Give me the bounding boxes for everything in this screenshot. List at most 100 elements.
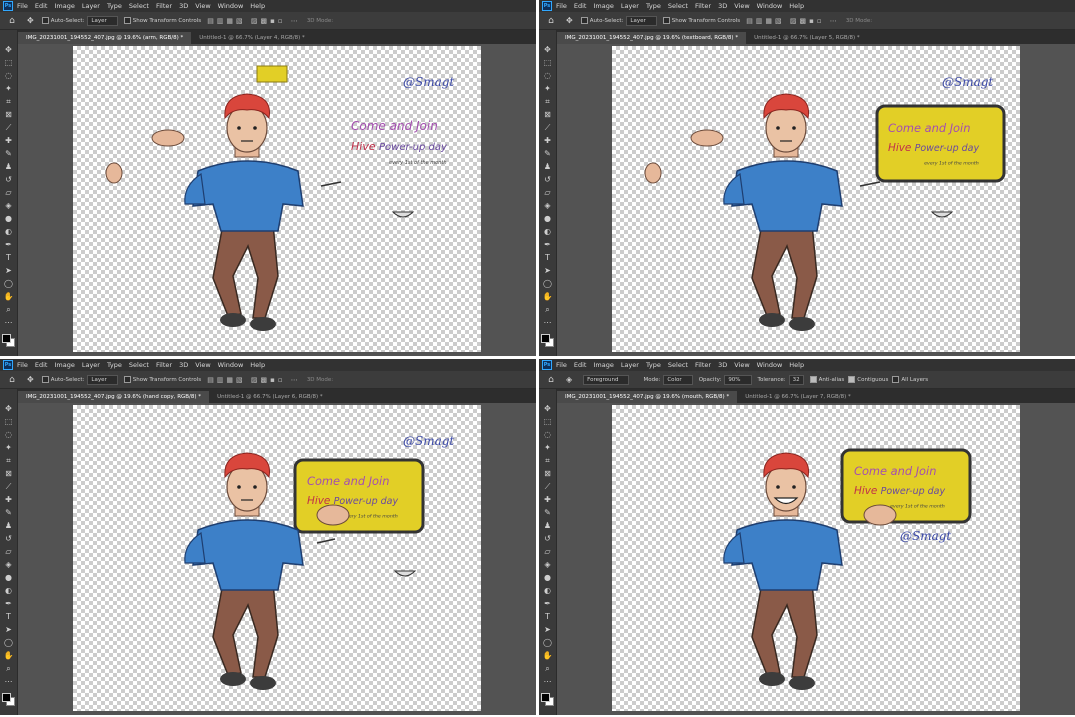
stamp-tool-icon[interactable]: ♟	[3, 520, 14, 531]
tab-untitled-document[interactable]: Untitled-1 @ 66.7% (Layer 7, RGB/8) *	[737, 391, 859, 403]
healing-brush-icon[interactable]: ✚	[542, 135, 553, 146]
frame-tool-icon[interactable]: ⊠	[3, 109, 14, 120]
home-icon[interactable]: ⌂	[7, 375, 17, 385]
tab-untitled-document[interactable]: Untitled-1 @ 66.7% (Layer 6, RGB/8) *	[209, 391, 331, 403]
foreground-color-swatch[interactable]	[541, 693, 550, 702]
menu-view[interactable]: View	[734, 361, 749, 369]
shape-tool-icon[interactable]: ◯	[3, 637, 14, 648]
hand-tool-icon[interactable]: ✋	[3, 291, 14, 302]
menu-image[interactable]: Image	[54, 361, 74, 369]
menu-edit[interactable]: Edit	[574, 2, 587, 10]
menu-window[interactable]: Window	[757, 361, 783, 369]
more-tools-icon[interactable]: ⋯	[3, 676, 14, 687]
marquee-tool-icon[interactable]: ⬚	[3, 57, 14, 68]
frame-tool-icon[interactable]: ⊠	[542, 468, 553, 479]
home-icon[interactable]: ⌂	[546, 16, 556, 26]
zoom-tool-icon[interactable]: ⌕	[542, 304, 553, 315]
lasso-tool-icon[interactable]: ◌	[542, 429, 553, 440]
menu-filter[interactable]: Filter	[156, 2, 172, 10]
more-tools-icon[interactable]: ⋯	[542, 317, 553, 328]
transform-controls-checkbox[interactable]	[123, 376, 131, 383]
move-tool-icon[interactable]: ✥	[566, 16, 573, 25]
lasso-tool-icon[interactable]: ◌	[542, 70, 553, 81]
path-select-icon[interactable]: ➤	[3, 624, 14, 635]
dodge-tool-icon[interactable]: ◐	[3, 585, 14, 596]
marquee-tool-icon[interactable]: ⬚	[3, 416, 14, 427]
type-tool-icon[interactable]: T	[3, 252, 14, 263]
menu-select[interactable]: Select	[129, 361, 149, 369]
brush-tool-icon[interactable]: ✎	[3, 507, 14, 518]
dodge-tool-icon[interactable]: ◐	[542, 226, 553, 237]
type-tool-icon[interactable]: T	[3, 611, 14, 622]
more-tools-icon[interactable]: ⋯	[542, 676, 553, 687]
paint-bucket-icon[interactable]: ◈	[3, 559, 14, 570]
menu-window[interactable]: Window	[218, 2, 244, 10]
move-tool-icon[interactable]: ✥	[27, 375, 34, 384]
lasso-tool-icon[interactable]: ◌	[3, 70, 14, 81]
auto-select-checkbox[interactable]	[41, 17, 49, 24]
opacity-field[interactable]: 90%	[724, 374, 752, 385]
menu-help[interactable]: Help	[789, 361, 804, 369]
tab-active-document[interactable]: IMG_20231001_194552_407.jpg @ 19.6% (arm…	[18, 32, 192, 44]
menu-edit[interactable]: Edit	[35, 2, 48, 10]
magic-wand-icon[interactable]: ✦	[542, 442, 553, 453]
document-canvas[interactable]: @Smagt Come and Join Hive Power-up day every…	[73, 46, 481, 352]
shape-tool-icon[interactable]: ◯	[542, 278, 553, 289]
transform-controls-checkbox[interactable]	[123, 17, 131, 24]
crop-tool-icon[interactable]: ⌗	[3, 455, 14, 466]
magic-wand-icon[interactable]: ✦	[3, 442, 14, 453]
crop-tool-icon[interactable]: ⌗	[3, 96, 14, 107]
type-tool-icon[interactable]: T	[542, 252, 553, 263]
menu-edit[interactable]: Edit	[35, 361, 48, 369]
move-tool-icon[interactable]: ✥	[542, 403, 553, 414]
menu-image[interactable]: Image	[54, 2, 74, 10]
crop-tool-icon[interactable]: ⌗	[542, 96, 553, 107]
crop-tool-icon[interactable]: ⌗	[542, 455, 553, 466]
dodge-tool-icon[interactable]: ◐	[542, 585, 553, 596]
contiguous-checkbox[interactable]	[848, 376, 856, 383]
auto-select-checkbox[interactable]	[41, 376, 49, 383]
paint-bucket-icon[interactable]: ◈	[542, 559, 553, 570]
paint-bucket-icon[interactable]: ◈	[3, 200, 14, 211]
align-icons[interactable]: ▤▥▦▧ ▨▩▪▫ ⋯	[746, 17, 840, 25]
foreground-color-swatch[interactable]	[2, 693, 11, 702]
zoom-tool-icon[interactable]: ⌕	[3, 663, 14, 674]
document-canvas[interactable]: @Smagt Come and Join Hive Power-up day every…	[612, 46, 1020, 352]
paint-bucket-icon[interactable]: ◈	[542, 200, 553, 211]
menu-layer[interactable]: Layer	[621, 2, 639, 10]
menu-filter[interactable]: Filter	[695, 2, 711, 10]
move-tool-icon[interactable]: ✥	[3, 44, 14, 55]
menu-3d[interactable]: 3D	[179, 2, 188, 10]
menu-help[interactable]: Help	[250, 361, 265, 369]
menu-help[interactable]: Help	[250, 2, 265, 10]
blur-tool-icon[interactable]: ●	[3, 572, 14, 583]
paint-bucket-icon[interactable]: ◈	[566, 375, 572, 384]
menu-3d[interactable]: 3D	[718, 2, 727, 10]
eraser-tool-icon[interactable]: ▱	[3, 546, 14, 557]
menu-filter[interactable]: Filter	[156, 361, 172, 369]
foreground-color-swatch[interactable]	[2, 334, 11, 343]
eraser-tool-icon[interactable]: ▱	[542, 187, 553, 198]
menu-layer[interactable]: Layer	[82, 361, 100, 369]
magic-wand-icon[interactable]: ✦	[542, 83, 553, 94]
eyedropper-icon[interactable]: ⟋	[3, 481, 14, 492]
eyedropper-icon[interactable]: ⟋	[3, 122, 14, 133]
shape-tool-icon[interactable]: ◯	[542, 637, 553, 648]
stamp-tool-icon[interactable]: ♟	[542, 520, 553, 531]
menu-window[interactable]: Window	[218, 361, 244, 369]
pen-tool-icon[interactable]: ✒	[3, 598, 14, 609]
menu-window[interactable]: Window	[757, 2, 783, 10]
tab-untitled-document[interactable]: Untitled-1 @ 66.7% (Layer 4, RGB/8) *	[191, 32, 313, 44]
menu-view[interactable]: View	[734, 2, 749, 10]
magic-wand-icon[interactable]: ✦	[3, 83, 14, 94]
move-tool-icon[interactable]: ✥	[3, 403, 14, 414]
layer-dropdown[interactable]: Layer	[87, 15, 118, 26]
align-icons[interactable]: ▤▥▦▧ ▨▩▪▫ ⋯	[207, 376, 301, 384]
align-icons[interactable]: ▤▥▦▧ ▨▩▪▫ ⋯	[207, 17, 301, 25]
blur-tool-icon[interactable]: ●	[542, 572, 553, 583]
document-canvas[interactable]: @Smagt Come and Join Hive Power-up day every…	[73, 405, 481, 711]
eyedropper-icon[interactable]: ⟋	[542, 122, 553, 133]
fill-source-dropdown[interactable]: Foreground	[583, 374, 630, 385]
path-select-icon[interactable]: ➤	[542, 624, 553, 635]
frame-tool-icon[interactable]: ⊠	[3, 468, 14, 479]
